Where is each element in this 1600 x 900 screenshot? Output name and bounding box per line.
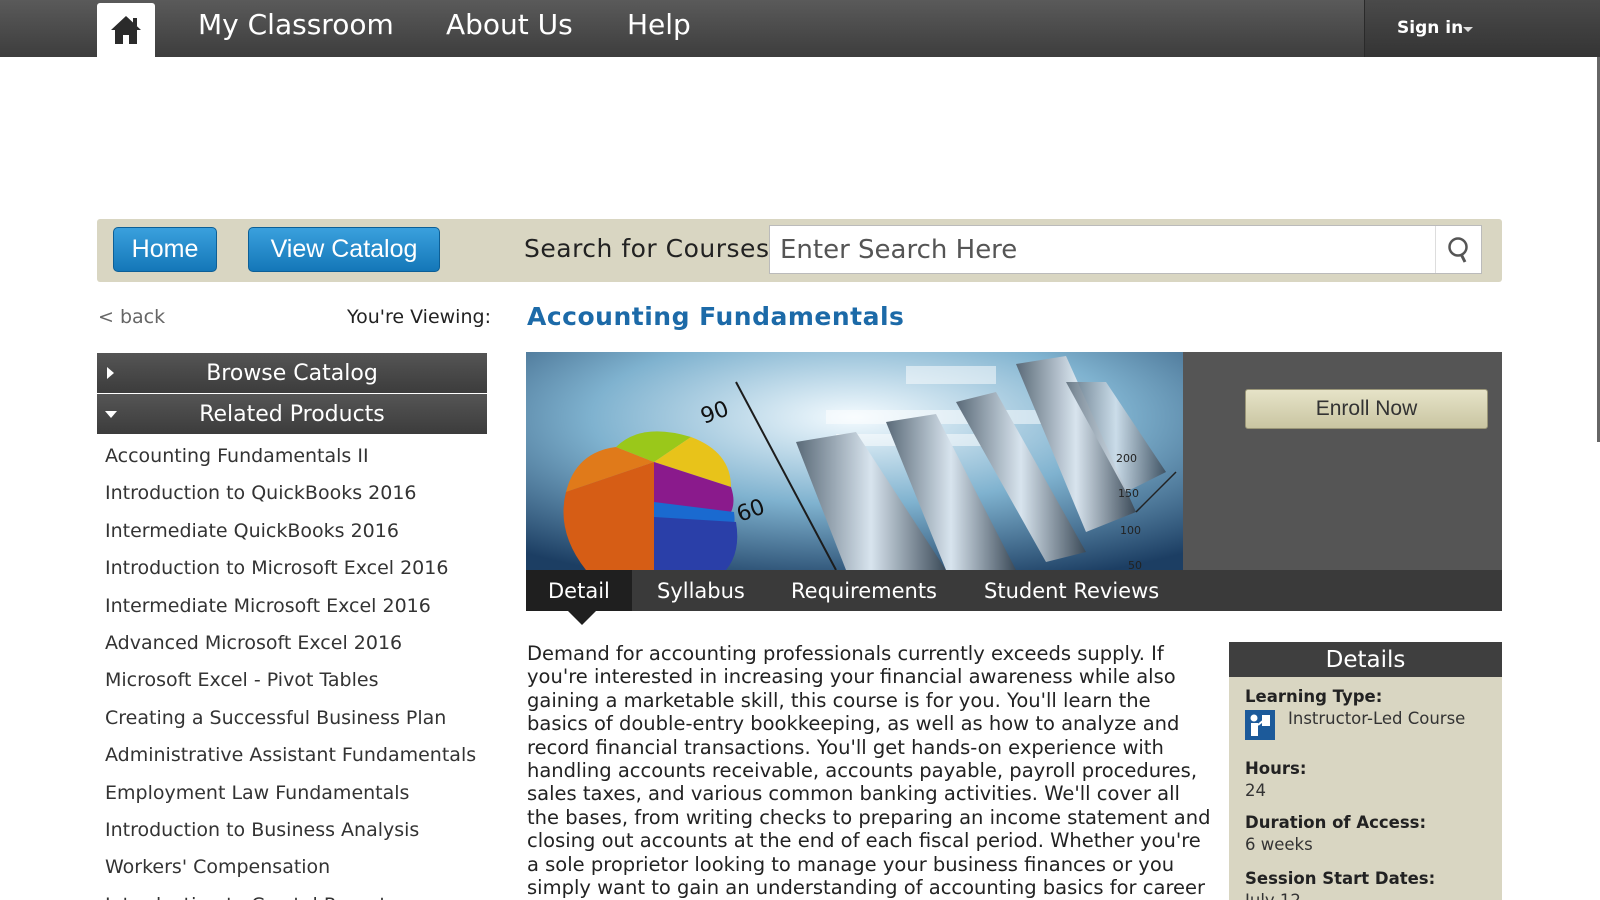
active-tab-pointer	[568, 611, 596, 625]
top-nav-bar: My Classroom About Us Help Sign in	[0, 0, 1600, 57]
instructor-icon	[1245, 710, 1275, 740]
search-button[interactable]	[1435, 226, 1481, 273]
view-catalog-button[interactable]: View Catalog	[248, 227, 440, 272]
list-item[interactable]: Intermediate QuickBooks 2016	[105, 513, 476, 550]
hero-label-50: 50	[1128, 559, 1142, 570]
browse-catalog-label: Browse Catalog	[206, 360, 378, 386]
course-tabs: Detail Syllabus Requirements Student Rev…	[526, 570, 1502, 611]
home-tab[interactable]	[97, 3, 155, 57]
search-icon	[1447, 236, 1468, 263]
hours-label: Hours:	[1245, 759, 1307, 778]
course-title: Accounting Fundamentals	[527, 302, 905, 331]
browse-catalog-header[interactable]: Browse Catalog	[97, 353, 487, 393]
hero-label-150: 150	[1118, 487, 1139, 500]
list-item[interactable]: Introduction to QuickBooks 2016	[105, 475, 476, 512]
course-description: Demand for accounting professionals curr…	[527, 642, 1211, 900]
hours-value: 24	[1245, 781, 1266, 800]
list-item[interactable]: Employment Law Fundamentals	[105, 775, 476, 812]
youre-viewing-label: You're Viewing:	[347, 306, 491, 328]
details-panel: Details Learning Type: Instructor-Led Co…	[1229, 642, 1502, 900]
course-banner-image: 90 60 200 150 100 50	[526, 352, 1183, 570]
related-products-label: Related Products	[199, 401, 385, 427]
nav-about-us[interactable]: About Us	[446, 8, 573, 41]
list-item[interactable]: Administrative Assistant Fundamentals	[105, 737, 476, 774]
tab-syllabus[interactable]: Syllabus	[657, 570, 745, 611]
related-products-header[interactable]: Related Products	[97, 394, 487, 434]
caret-down-icon	[105, 411, 117, 418]
nav-help[interactable]: Help	[627, 8, 691, 41]
session-start-value: July 12	[1245, 891, 1301, 900]
session-start-label: Session Start Dates:	[1245, 869, 1436, 888]
search-box	[769, 225, 1482, 274]
caret-down-icon	[1463, 27, 1473, 32]
caret-right-icon	[107, 367, 114, 379]
list-item[interactable]: Advanced Microsoft Excel 2016	[105, 625, 476, 662]
search-toolbar: Home View Catalog Search for Courses:	[97, 219, 1502, 282]
list-item[interactable]: Microsoft Excel - Pivot Tables	[105, 662, 476, 699]
list-item[interactable]: Accounting Fundamentals II	[105, 438, 476, 475]
learning-type-label: Learning Type:	[1245, 687, 1383, 706]
duration-value: 6 weeks	[1245, 835, 1313, 854]
list-item[interactable]: Workers' Compensation	[105, 849, 476, 886]
search-input[interactable]	[770, 226, 1430, 273]
hero-label-200: 200	[1116, 452, 1137, 465]
nav-my-classroom[interactable]: My Classroom	[198, 8, 394, 41]
sign-in-label: Sign in	[1397, 18, 1464, 38]
course-hero: 90 60 200 150 100 50 Enroll Now	[526, 352, 1502, 570]
learning-type-value: Instructor-Led Course	[1288, 709, 1466, 728]
back-link[interactable]: < back	[98, 306, 165, 328]
tab-requirements[interactable]: Requirements	[791, 570, 937, 611]
list-item[interactable]: Creating a Successful Business Plan	[105, 700, 476, 737]
home-button[interactable]: Home	[113, 227, 217, 272]
enroll-now-button[interactable]: Enroll Now	[1245, 389, 1488, 429]
home-icon	[111, 16, 141, 44]
search-label: Search for Courses:	[524, 234, 779, 263]
list-item[interactable]: Introduction to Crystal Reports	[105, 887, 476, 900]
list-item[interactable]: Intermediate Microsoft Excel 2016	[105, 588, 476, 625]
sign-in-dropdown[interactable]: Sign in	[1364, 0, 1600, 57]
tab-student-reviews[interactable]: Student Reviews	[984, 570, 1159, 611]
list-item[interactable]: Introduction to Business Analysis	[105, 812, 476, 849]
duration-label: Duration of Access:	[1245, 813, 1427, 832]
tab-detail[interactable]: Detail	[526, 570, 632, 611]
details-heading: Details	[1229, 642, 1502, 677]
related-products-list: Accounting Fundamentals II Introduction …	[105, 438, 476, 900]
list-item[interactable]: Introduction to Microsoft Excel 2016	[105, 550, 476, 587]
hero-label-100: 100	[1120, 524, 1141, 537]
